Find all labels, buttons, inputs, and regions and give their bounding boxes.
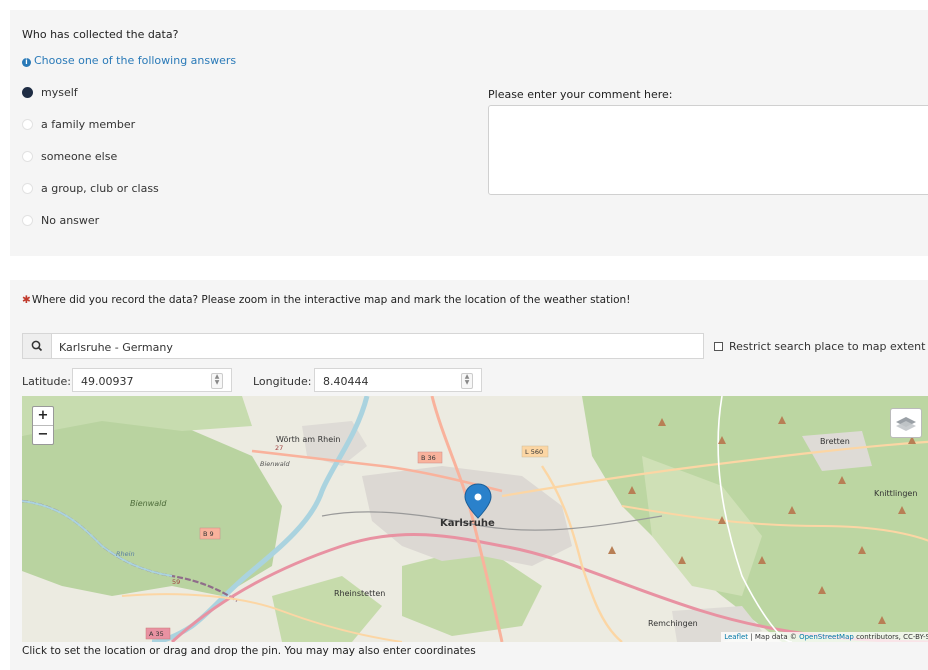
option-myself[interactable]: myself	[22, 84, 78, 100]
comment-label: Please enter your comment here:	[488, 88, 673, 101]
option-label: a family member	[41, 117, 136, 131]
zoom-in-button[interactable]: +	[33, 407, 53, 426]
map-label-bienwald-small: Bienwald	[260, 460, 290, 468]
restrict-label: Restrict search place to map extent	[729, 339, 926, 353]
option-label: myself	[41, 85, 78, 99]
map-label-rheinstetten: Rheinstetten	[334, 589, 385, 598]
radio-no-answer[interactable]	[22, 214, 33, 226]
question-location: ✱Where did you record the data? Please z…	[10, 280, 928, 670]
longitude-stepper[interactable]: ▲ ▼	[461, 373, 473, 389]
map-label-bretten: Bretten	[820, 437, 850, 446]
question-title: Who has collected the data?	[22, 28, 179, 41]
checkbox-box[interactable]	[714, 341, 723, 351]
zoom-control: + −	[32, 406, 54, 445]
attribution-sep: | Map data ©	[748, 633, 800, 641]
question-title: ✱Where did you record the data? Please z…	[22, 294, 630, 306]
radio-someone-else[interactable]	[22, 150, 33, 162]
latitude-label: Latitude:	[22, 375, 71, 388]
leaflet-link[interactable]: Leaflet	[724, 633, 748, 641]
layers-icon[interactable]	[890, 408, 922, 438]
restrict-search-checkbox[interactable]: Restrict search place to map extent	[704, 333, 928, 359]
zoom-out-button[interactable]: −	[33, 426, 53, 444]
map-label-b9: B 9	[203, 530, 214, 538]
option-no-answer[interactable]: No answer	[22, 212, 99, 228]
required-marker: ✱	[22, 294, 31, 306]
map-tiles: Karlsruhe Wörth am Rhein Bienwald Bienwa…	[22, 396, 928, 642]
place-search-input[interactable]	[57, 336, 701, 358]
option-label: No answer	[41, 213, 100, 227]
latitude-stepper[interactable]: ▲ ▼	[211, 373, 223, 389]
longitude-field: ▲▼	[314, 368, 482, 392]
latitude-input[interactable]	[79, 372, 193, 390]
radio-myself[interactable]	[22, 86, 33, 98]
map-label-bienwald: Bienwald	[130, 499, 167, 508]
longitude-label: Longitude:	[253, 375, 312, 388]
map-label-a35: A 35	[149, 630, 164, 638]
longitude-input[interactable]	[321, 372, 435, 390]
map-label-knittlingen: Knittlingen	[874, 489, 917, 498]
map-label-worth: Wörth am Rhein	[276, 435, 340, 444]
map-label-27: 27	[275, 444, 283, 452]
attribution-rest: contributors, CC-BY-SA.	[856, 633, 928, 641]
map-label-l560: L 560	[525, 448, 543, 456]
radio-group-club-class[interactable]	[22, 182, 33, 194]
answer-hint: i Choose one of the following answers	[22, 54, 236, 67]
latitude-field: ▲▼	[72, 368, 232, 392]
question-who-collected: Who has collected the data? i Choose one …	[10, 10, 928, 256]
map-label-59: 59	[172, 578, 180, 586]
map-label-rhein: Rhein	[116, 550, 135, 558]
map-label-b36: B 36	[421, 454, 436, 462]
map-label-karlsruhe: Karlsruhe	[440, 518, 495, 529]
interactive-map[interactable]: Karlsruhe Wörth am Rhein Bienwald Bienwa…	[22, 396, 928, 642]
option-label: someone else	[41, 149, 118, 163]
map-instructions: Click to set the location or drag and dr…	[22, 645, 476, 657]
option-label: a group, club or class	[41, 181, 159, 195]
search-icon[interactable]	[23, 334, 52, 358]
osm-link[interactable]: OpenStreetMap	[799, 633, 854, 641]
question-title-text: Where did you record the data? Please zo…	[31, 294, 631, 306]
option-group-club-class[interactable]: a group, club or class	[22, 180, 159, 196]
map-label-remchingen: Remchingen	[648, 619, 698, 628]
hint-text: Choose one of the following answers	[34, 54, 237, 67]
info-circle-icon: i	[22, 58, 31, 67]
option-family-member[interactable]: a family member	[22, 116, 135, 132]
map-attribution: Leaflet | Map data © OpenStreetMap contr…	[721, 632, 928, 642]
option-someone-else[interactable]: someone else	[22, 148, 117, 164]
comment-textarea[interactable]	[488, 105, 928, 195]
radio-family-member[interactable]	[22, 118, 33, 130]
place-search	[22, 333, 704, 359]
